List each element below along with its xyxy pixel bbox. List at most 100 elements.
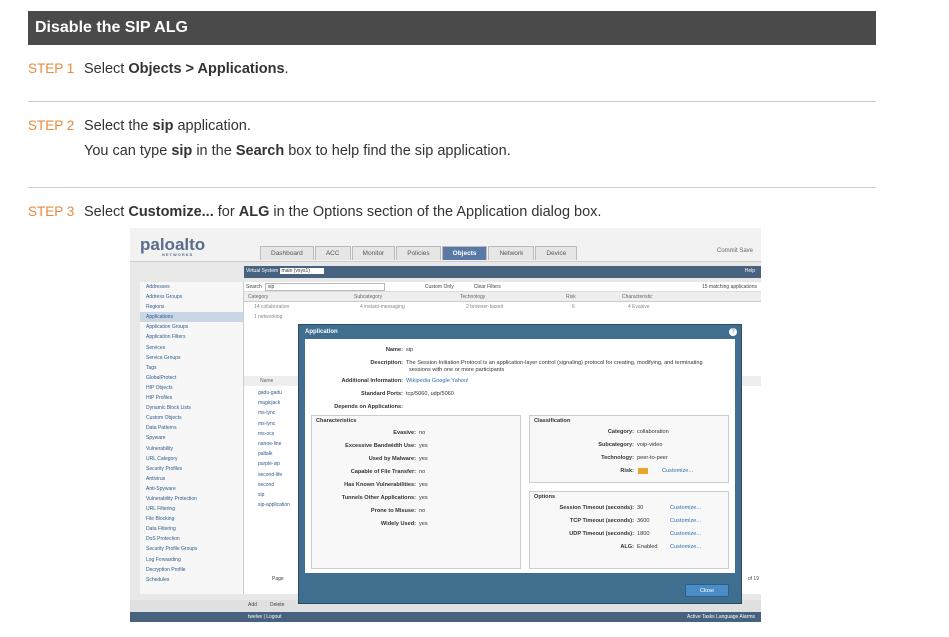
list-item[interactable]: purple-sip: [258, 459, 290, 469]
filter-row: 14 collaboration 4 instant-messaging 2 b…: [244, 302, 761, 312]
custom-only-checkbox[interactable]: Custom Only: [425, 284, 454, 290]
list-item[interactable]: ms-ocs: [258, 429, 290, 439]
tab-dashboard[interactable]: Dashboard: [260, 246, 314, 260]
embedded-screenshot: paloalto NETWORKS Dashboard ACC Monitor P…: [130, 228, 761, 622]
column-header[interactable]: Category: [244, 292, 350, 301]
list-item[interactable]: magicjack: [258, 398, 290, 408]
sidebar-item[interactable]: Address Groups: [140, 292, 243, 302]
sidebar-item[interactable]: Spyware: [140, 433, 243, 443]
add-button[interactable]: Add: [248, 602, 257, 608]
sidebar-item[interactable]: Anti-Spyware: [140, 484, 243, 494]
delete-button[interactable]: Delete: [270, 602, 284, 608]
sidebar-item[interactable]: Antivirus: [140, 474, 243, 484]
sidebar-item[interactable]: HIP Objects: [140, 383, 243, 393]
tab-acc[interactable]: ACC: [314, 246, 351, 260]
field-label: Prone to Misuse:: [370, 508, 416, 514]
tab-objects[interactable]: Objects: [441, 246, 488, 260]
list-item[interactable]: second-life: [258, 470, 290, 480]
sidebar-item[interactable]: Regions: [140, 302, 243, 312]
sidebar-item[interactable]: Addresses: [140, 282, 243, 292]
help-link[interactable]: Help: [745, 268, 755, 274]
sidebar-item[interactable]: Security Profile Groups: [140, 544, 243, 554]
sidebar-item[interactable]: Service Groups: [140, 353, 243, 363]
field-value: yes: [419, 521, 428, 527]
help-icon[interactable]: ?: [729, 328, 737, 336]
customize-link[interactable]: Customize...: [670, 518, 701, 524]
list-item[interactable]: ms-lync: [258, 419, 290, 429]
column-header[interactable]: Characteristic: [618, 292, 653, 301]
option-row: ALG: Enabled Customize...: [530, 544, 701, 550]
list-item[interactable]: ms-lync: [258, 408, 290, 418]
field-value: 3600: [637, 518, 650, 524]
sidebar-item[interactable]: Schedules: [140, 575, 243, 585]
sidebar-item[interactable]: Application Filters: [140, 332, 243, 342]
sidebar-item[interactable]: Vulnerability Protection: [140, 494, 243, 504]
main-tabs: Dashboard ACC Monitor Policies Objects N…: [260, 246, 578, 260]
sidebar-item[interactable]: Decryption Profile: [140, 565, 243, 575]
sidebar-item[interactable]: Dynamic Block Lists: [140, 403, 243, 413]
step-text: Select: [84, 61, 129, 77]
tab-monitor[interactable]: Monitor: [351, 246, 396, 260]
filter-cell[interactable]: 14 collaboration: [244, 302, 350, 312]
column-header[interactable]: Technology: [456, 292, 562, 301]
search-input[interactable]: sip: [264, 282, 385, 291]
sidebar-item[interactable]: Security Profiles: [140, 464, 243, 474]
sidebar-item[interactable]: File Blocking: [140, 514, 243, 524]
sidebar-item[interactable]: URL Filtering: [140, 504, 243, 514]
sidebar-item[interactable]: Data Patterns: [140, 423, 243, 433]
filter-cell[interactable]: 4 Evasive: [618, 302, 650, 312]
list-item[interactable]: second: [258, 480, 290, 490]
sidebar-item[interactable]: Services: [140, 343, 243, 353]
step-text: You can type: [84, 143, 172, 159]
tab-device[interactable]: Device: [535, 246, 578, 260]
characteristic-row: Widely Used: yes: [312, 521, 428, 527]
tab-network[interactable]: Network: [488, 246, 535, 260]
sidebar-item[interactable]: DoS Protection: [140, 534, 243, 544]
clear-filters-button[interactable]: Clear Filters: [474, 284, 501, 290]
info-links[interactable]: Wikipedia Google Yahoo!: [406, 378, 469, 384]
close-button[interactable]: Close: [685, 584, 729, 597]
sidebar-item[interactable]: GlobalProtect: [140, 373, 243, 383]
status-bar: twelve | Logout Active Tasks Language Al…: [130, 612, 761, 622]
sidebar-item[interactable]: Custom Objects: [140, 413, 243, 423]
list-item[interactable]: gadu-gadu: [258, 388, 290, 398]
customize-link[interactable]: Customize...: [670, 531, 701, 537]
field-label: Capable of File Transfer:: [350, 469, 416, 475]
sidebar-item[interactable]: Vulnerability: [140, 444, 243, 454]
step-bold: sip: [152, 118, 174, 134]
sidebar-item[interactable]: Application Groups: [140, 322, 243, 332]
sidebar-item[interactable]: Log Forwarding: [140, 555, 243, 565]
sidebar-item[interactable]: URL Category: [140, 454, 243, 464]
vsys-selector[interactable]: Virtual System main (vsys1): [246, 268, 324, 274]
status-right[interactable]: Active Tasks Language Alarms: [687, 612, 755, 622]
sidebar-item[interactable]: Tags: [140, 363, 243, 373]
field-label: Category:: [607, 429, 634, 435]
column-header[interactable]: Risk: [562, 292, 618, 301]
field-label: Used by Malware:: [368, 456, 416, 462]
list-item[interactable]: nanoe-line: [258, 439, 290, 449]
status-left[interactable]: twelve | Logout: [248, 614, 282, 620]
alg-customize-link[interactable]: Customize...: [670, 544, 701, 550]
commit-save-links[interactable]: Commit Save: [717, 248, 753, 254]
risk-customize-link[interactable]: Customize...: [662, 468, 693, 474]
filter-cell[interactable]: 4 instant-messaging: [350, 302, 456, 312]
vsys-value[interactable]: main (vsys1): [279, 268, 324, 274]
list-item[interactable]: sip-application: [258, 500, 290, 510]
sidebar-item[interactable]: Data Filtering: [140, 524, 243, 534]
field-label: Description:: [370, 360, 403, 366]
field-value: yes: [419, 456, 428, 462]
filter-cell[interactable]: 1 networking: [244, 312, 761, 322]
options-title: Options: [534, 494, 556, 500]
sidebar-item[interactable]: HIP Profiles: [140, 393, 243, 403]
sidebar-item[interactable]: Applications: [140, 312, 243, 323]
customize-link[interactable]: Customize...: [670, 505, 701, 511]
step-number: STEP 1: [28, 61, 75, 76]
section-header: Disable the SIP ALG: [28, 11, 876, 45]
list-item[interactable]: paltalk: [258, 449, 290, 459]
tab-policies[interactable]: Policies: [396, 246, 441, 260]
column-header[interactable]: Subcategory: [350, 292, 456, 301]
list-item[interactable]: sip: [258, 490, 290, 500]
filter-cell[interactable]: 6: [562, 302, 618, 312]
step-bold: ALG: [238, 204, 270, 220]
filter-cell[interactable]: 2 browser-based: [456, 302, 562, 312]
